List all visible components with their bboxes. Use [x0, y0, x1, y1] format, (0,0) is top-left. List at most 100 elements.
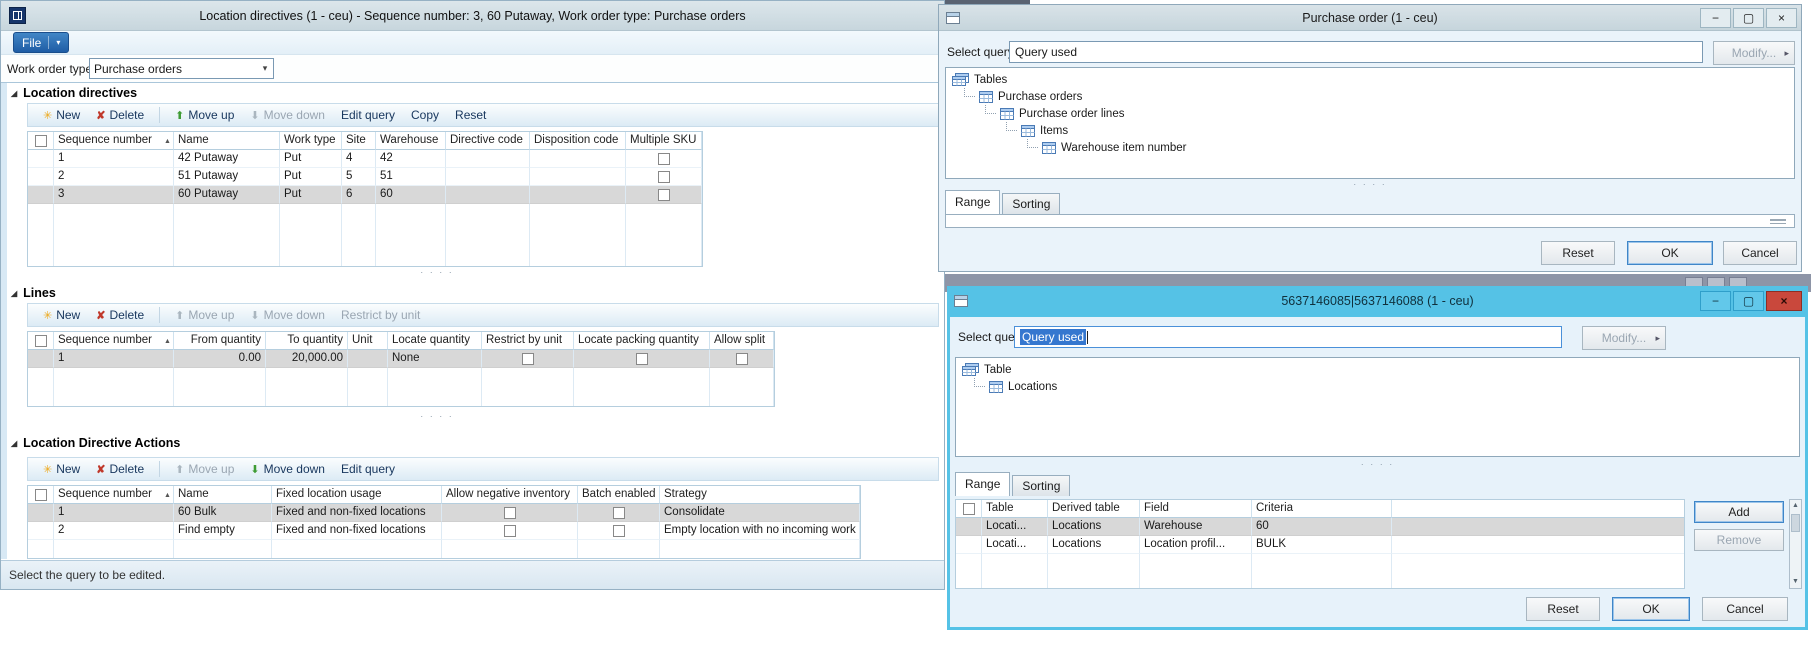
column-header[interactable]: Sequence number▲ — [54, 332, 174, 350]
column-header[interactable]: Warehouse — [376, 132, 446, 150]
column-header[interactable]: Locate packing quantity — [574, 332, 710, 350]
column-header[interactable]: Derived table — [1048, 500, 1140, 518]
table-row-selected[interactable]: Locati... Locations Warehouse 60 — [956, 518, 1684, 536]
move-down-button[interactable]: ⬇Move down — [243, 105, 332, 125]
select-query-combobox[interactable]: Query used — [1014, 326, 1562, 348]
move-up-button[interactable]: ⬆Move up — [168, 459, 241, 479]
column-header[interactable]: Locate quantity — [388, 332, 482, 350]
splitter-handle[interactable]: · · · · — [27, 413, 847, 421]
column-header[interactable]: Site — [342, 132, 376, 150]
titlebar[interactable]: Location directives (1 - ceu) - Sequence… — [1, 1, 944, 31]
column-header[interactable]: Name — [174, 486, 272, 504]
table-row-selected[interactable]: 1 0.00 20,000.00 None — [28, 350, 774, 368]
dialog-titlebar[interactable]: 5637146085|5637146088 (1 - ceu) − ▢ × — [947, 286, 1808, 317]
new-button[interactable]: ✳New — [36, 105, 87, 125]
table-row-selected[interactable]: 3 60 Putaway Put 6 60 — [28, 186, 702, 204]
column-header[interactable]: Sequence number▲ — [54, 132, 174, 150]
move-down-button[interactable]: ⬇Move down — [243, 459, 332, 479]
tree-item-root[interactable]: Table — [956, 361, 1799, 378]
tab-sorting[interactable]: Sorting — [1012, 475, 1070, 496]
table-row[interactable]: Locati... Locations Location profil... B… — [956, 536, 1684, 554]
select-query-combobox[interactable]: Query used — [1009, 41, 1703, 63]
table-row[interactable]: 1 42 Putaway Put 4 42 — [28, 150, 702, 168]
batch-enabled-checkbox[interactable] — [578, 504, 660, 522]
section-location-directives[interactable]: ◢ Location directives — [11, 85, 137, 101]
work-order-type-select[interactable]: Purchase orders ▾ — [89, 58, 274, 79]
tree-item-root[interactable]: Tables — [946, 71, 1794, 88]
column-header[interactable]: Directive code — [446, 132, 530, 150]
column-header[interactable]: Name — [174, 132, 280, 150]
vertical-scrollbar[interactable]: ▲ ▼ — [1789, 499, 1802, 589]
column-header[interactable]: Unit — [348, 332, 388, 350]
maximize-button[interactable]: ▢ — [1733, 8, 1764, 28]
close-button[interactable]: × — [1766, 8, 1797, 28]
table-row[interactable]: 2 Find empty Fixed and non-fixed locatio… — [28, 522, 860, 540]
column-header[interactable]: From quantity — [174, 332, 266, 350]
select-all-checkbox[interactable] — [28, 332, 54, 350]
move-up-button[interactable]: ⬆Move up — [168, 305, 241, 325]
copy-button[interactable]: Copy — [404, 105, 446, 125]
tab-range[interactable]: Range — [945, 190, 1000, 214]
scroll-up-icon[interactable]: ▲ — [1792, 500, 1799, 512]
allow-negative-inventory-checkbox[interactable] — [442, 504, 578, 522]
cancel-button[interactable]: Cancel — [1702, 597, 1788, 621]
edit-query-button[interactable]: Edit query — [334, 459, 402, 479]
delete-button[interactable]: ✘Delete — [89, 459, 151, 479]
splitter-handle[interactable]: · · · · — [27, 269, 847, 277]
delete-button[interactable]: ✘Delete — [89, 305, 151, 325]
scrollbar-thumb[interactable] — [1791, 514, 1800, 532]
modify-button[interactable]: Modify... ▸ — [1582, 326, 1666, 350]
table-row-selected[interactable]: 1 60 Bulk Fixed and non-fixed locations … — [28, 504, 860, 522]
locate-packing-quantity-checkbox[interactable] — [574, 350, 710, 368]
column-header[interactable]: Batch enabled — [578, 486, 660, 504]
tab-sorting[interactable]: Sorting — [1002, 193, 1060, 214]
column-header[interactable]: Multiple SKU — [626, 132, 702, 150]
reset-button[interactable]: Reset — [1541, 241, 1615, 265]
batch-enabled-checkbox[interactable] — [578, 522, 660, 540]
tree-item[interactable]: Warehouse item number — [946, 139, 1794, 156]
tree-item[interactable]: Items — [946, 122, 1794, 139]
new-button[interactable]: ✳New — [36, 305, 87, 325]
new-button[interactable]: ✳New — [36, 459, 87, 479]
edit-query-button[interactable]: Edit query — [334, 105, 402, 125]
select-all-checkbox[interactable] — [28, 132, 54, 150]
column-header[interactable]: Criteria — [1252, 500, 1392, 518]
column-header[interactable]: Strategy — [660, 486, 860, 504]
section-lines[interactable]: ◢ Lines — [11, 285, 56, 301]
restrict-by-unit-checkbox[interactable] — [482, 350, 574, 368]
column-header[interactable]: Allow split — [710, 332, 774, 350]
splitter-handle[interactable]: · · · · — [945, 181, 1795, 189]
tree-item[interactable]: Purchase order lines — [946, 105, 1794, 122]
dialog-titlebar[interactable]: Purchase order (1 - ceu) − ▢ × — [939, 5, 1801, 31]
section-location-directive-actions[interactable]: ◢ Location Directive Actions — [11, 435, 180, 451]
column-header[interactable]: Disposition code — [530, 132, 626, 150]
allow-negative-inventory-checkbox[interactable] — [442, 522, 578, 540]
column-header[interactable]: Table — [982, 500, 1048, 518]
column-header[interactable]: Work type — [280, 132, 342, 150]
splitter-handle[interactable]: · · · · — [955, 461, 1800, 469]
multiple-sku-checkbox[interactable] — [626, 168, 702, 186]
select-all-checkbox[interactable] — [28, 486, 54, 504]
column-header[interactable]: Field — [1140, 500, 1252, 518]
ok-button[interactable]: OK — [1612, 597, 1690, 621]
column-header[interactable]: Sequence number▲ — [54, 486, 174, 504]
column-header[interactable]: Allow negative inventory — [442, 486, 578, 504]
remove-button[interactable]: Remove — [1694, 529, 1784, 551]
file-menu-button[interactable]: File ▾ — [13, 32, 69, 53]
select-all-checkbox[interactable] — [956, 500, 982, 518]
cancel-button[interactable]: Cancel — [1723, 241, 1797, 265]
column-header[interactable]: Restrict by unit — [482, 332, 574, 350]
table-row[interactable]: 2 51 Putaway Put 5 51 — [28, 168, 702, 186]
reset-button[interactable]: Reset — [1526, 597, 1600, 621]
scroll-down-icon[interactable]: ▼ — [1792, 576, 1799, 588]
add-button[interactable]: Add — [1694, 501, 1784, 523]
restrict-by-unit-button[interactable]: Restrict by unit — [334, 305, 427, 325]
tree-item[interactable]: Locations — [956, 378, 1799, 395]
scrollbar-handle[interactable] — [1770, 219, 1786, 224]
minimize-button[interactable]: − — [1700, 291, 1731, 311]
move-down-button[interactable]: ⬇Move down — [243, 305, 332, 325]
maximize-button[interactable]: ▢ — [1733, 291, 1764, 311]
multiple-sku-checkbox[interactable] — [626, 150, 702, 168]
allow-split-checkbox[interactable] — [710, 350, 774, 368]
minimize-button[interactable]: − — [1700, 8, 1731, 28]
